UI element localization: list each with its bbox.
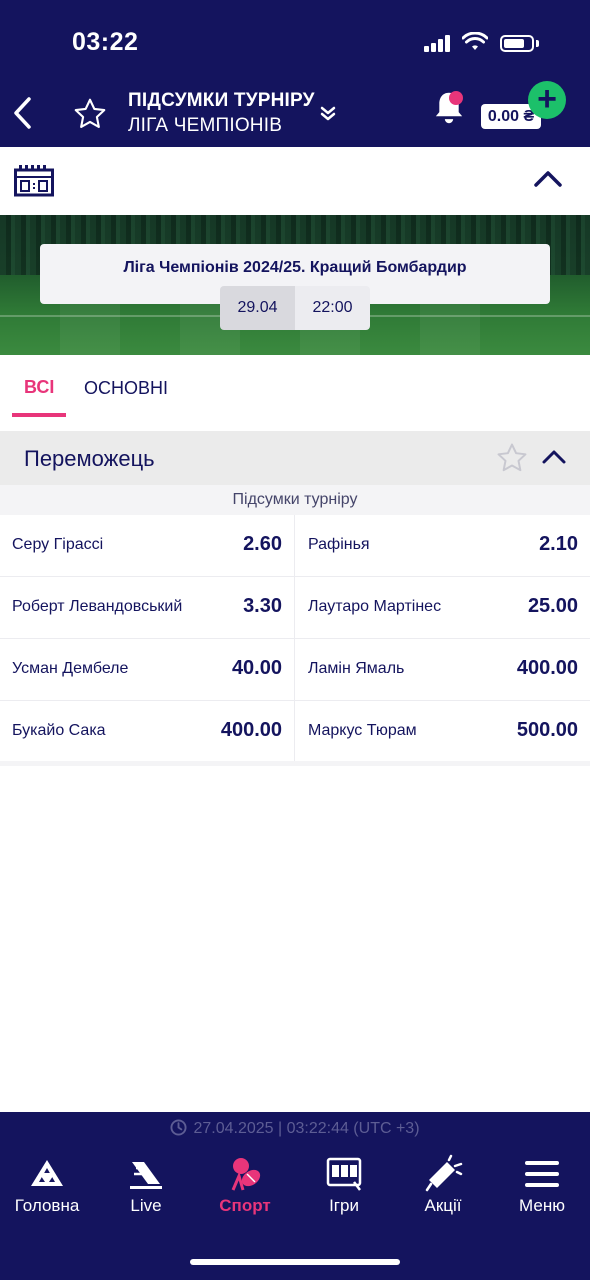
page-subtitle: ЛІГА ЧЕМПІОНІВ (128, 115, 283, 136)
clock-icon (170, 1119, 187, 1136)
selection-odd: 400.00 (516, 657, 578, 679)
nav-live[interactable]: Live (97, 1154, 195, 1234)
selection-name: Лаутаро Мартінес (308, 598, 442, 615)
home-icon (31, 1160, 63, 1186)
event-banner: Ліга Чемпіонів 2024/25. Кращий Бомбардир… (0, 215, 590, 355)
odds-grid: Серу Гірассі 2.60 Рафінья 2.10 Роберт Ле… (0, 515, 590, 763)
nav-label: Акції (424, 1196, 462, 1215)
nav-home[interactable]: Головна (0, 1154, 96, 1234)
menu-icon (525, 1161, 559, 1187)
live-icon (130, 1162, 162, 1189)
selection-name: Маркус Тюрам (308, 722, 417, 739)
odd-button[interactable]: Букайо Сака 400.00 (0, 701, 295, 762)
event-time: 22:00 (295, 286, 370, 330)
odd-button[interactable]: Усман Дембеле 40.00 (0, 639, 295, 700)
bottom-bar: 27.04.2025 | 03:22:44 (UTC +3) Головна L… (0, 1112, 590, 1280)
scoreboard-row (0, 147, 590, 215)
page-title: ПІДСУМКИ ТУРНІРУ (128, 90, 315, 111)
server-timestamp: 27.04.2025 | 03:22:44 (UTC +3) (193, 1120, 420, 1137)
selection-name: Роберт Левандовський (12, 598, 183, 615)
odd-button[interactable]: Рафінья 2.10 (296, 515, 590, 576)
selection-odd: 2.10 (539, 533, 578, 555)
header: 03:22 ПІДСУМКИ ТУРНІРУ ЛІГА ЧЕМПІОНІВ 0.… (0, 0, 590, 147)
odd-button[interactable]: Серу Гірассі 2.60 (0, 515, 295, 576)
sport-icon (231, 1158, 261, 1191)
selection-odd: 500.00 (516, 719, 578, 741)
selection-odd: 2.60 (243, 533, 282, 555)
odds-row: Серу Гірассі 2.60 Рафінья 2.10 (0, 515, 590, 577)
odds-row: Усман Дембеле 40.00 Ламін Ямаль 400.00 (0, 639, 590, 701)
market-title: Переможець (24, 446, 155, 471)
nav-promo[interactable]: Акції (394, 1154, 492, 1234)
back-icon[interactable] (12, 96, 34, 130)
battery-icon (500, 35, 534, 52)
nav-label: Спорт (219, 1196, 271, 1215)
home-indicator (190, 1259, 400, 1265)
scoreboard-icon[interactable] (14, 165, 54, 197)
market-header[interactable]: Переможець (0, 431, 590, 485)
event-title: Ліга Чемпіонів 2024/25. Кращий Бомбардир (123, 259, 467, 276)
selection-name: Рафінья (308, 536, 370, 553)
favorite-star-icon[interactable] (495, 441, 529, 475)
tab-active-underline (12, 413, 66, 417)
selection-odd: 400.00 (220, 719, 282, 741)
tab-main[interactable]: ОСНОВНІ (84, 378, 168, 399)
nav-games[interactable]: Ігри (295, 1154, 393, 1234)
odd-button[interactable]: Маркус Тюрам 500.00 (296, 701, 590, 762)
promo-icon (425, 1154, 463, 1192)
chevron-up-icon[interactable] (541, 447, 567, 467)
selection-odd: 25.00 (527, 595, 578, 617)
selection-name: Серу Гірассі (12, 536, 104, 553)
odds-row: Роберт Левандовський 3.30 Лаутаро Мартін… (0, 577, 590, 639)
selection-name: Букайо Сака (12, 722, 106, 739)
games-icon (326, 1157, 362, 1191)
chevron-up-icon[interactable] (533, 167, 563, 191)
star-icon[interactable] (72, 96, 108, 132)
selection-name: Ламін Ямаль (308, 660, 405, 677)
selection-odd: 3.30 (243, 595, 282, 617)
tab-all-label: ВСІ (24, 377, 55, 397)
odds-row: Букайо Сака 400.00 Маркус Тюрам 500.00 (0, 701, 590, 763)
nav-sport[interactable]: Спорт (196, 1154, 294, 1234)
market-subtitle: Підсумки турніру (0, 485, 590, 515)
selection-name: Усман Дембеле (12, 660, 129, 677)
selection-odd: 40.00 (231, 657, 282, 679)
status-time: 03:22 (72, 28, 139, 56)
nav-menu[interactable]: Меню (493, 1154, 590, 1234)
nav-label: Меню (519, 1196, 565, 1215)
nav-label: Live (130, 1196, 162, 1215)
tab-all[interactable]: ВСІ (12, 355, 66, 417)
odd-button[interactable]: Лаутаро Мартінес 25.00 (296, 577, 590, 638)
event-date: 29.04 (220, 286, 295, 330)
plus-icon[interactable]: + (528, 81, 566, 119)
odd-button[interactable]: Ламін Ямаль 400.00 (296, 639, 590, 700)
nav-label: Головна (14, 1196, 80, 1215)
notification-badge (449, 91, 463, 105)
odd-button[interactable]: Роберт Левандовський 3.30 (0, 577, 295, 638)
nav-label: Ігри (329, 1196, 359, 1215)
signal-icon (424, 34, 452, 52)
wifi-icon (462, 32, 488, 50)
chevron-double-down-icon[interactable] (318, 104, 338, 124)
